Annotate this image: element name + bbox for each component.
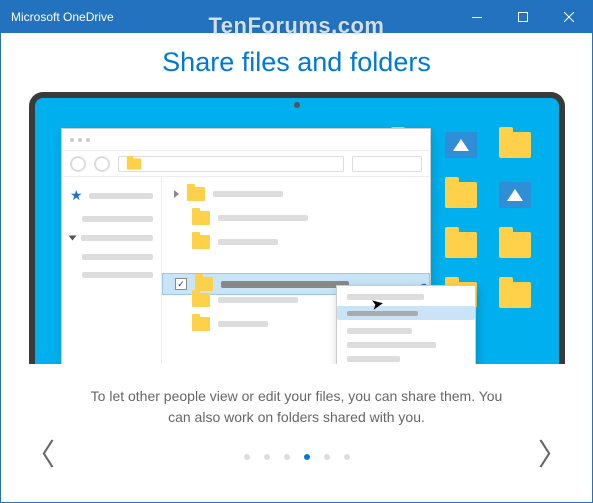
folder-icon: [445, 182, 477, 208]
folder-icon: [127, 158, 141, 169]
illustration: ★ ✓ ☁: [29, 92, 565, 364]
placeholder-line: [218, 321, 268, 327]
minimize-button[interactable]: [454, 1, 500, 33]
chevron-down-icon: [69, 236, 77, 241]
placeholder-line: [82, 254, 153, 260]
file-row: [174, 211, 418, 225]
page-description: To let other people view or edit your fi…: [79, 386, 514, 428]
path-field: [118, 156, 344, 172]
content-area: Share files and folders: [1, 33, 592, 460]
folder-icon: [499, 282, 531, 308]
window-title: Microsoft OneDrive: [11, 10, 114, 24]
window-dots-icon: [70, 138, 74, 142]
monitor-camera-icon: [294, 102, 300, 108]
folder-icon: [499, 232, 531, 258]
folder-icon: [445, 232, 477, 258]
sidebar-item: [70, 216, 153, 222]
menu-item-selected: [337, 306, 475, 320]
image-file-icon: [499, 182, 531, 208]
next-button[interactable]: 〉: [538, 430, 568, 474]
search-field: [352, 156, 422, 172]
file-list: ✓ ☁ ➤: [162, 177, 430, 364]
file-row: [174, 187, 418, 201]
placeholder-line: [89, 193, 153, 199]
folder-icon: [192, 293, 210, 307]
close-button[interactable]: [546, 1, 592, 33]
window-header: [62, 129, 430, 151]
folder-icon: [187, 187, 205, 201]
menu-item: [347, 294, 424, 300]
file-row: [174, 235, 418, 249]
context-menu: [336, 285, 476, 364]
placeholder-line: [82, 216, 153, 222]
placeholder-line: [218, 297, 298, 303]
sidebar-item: [70, 234, 153, 242]
folder-icon: [192, 211, 210, 225]
sidebar-item: [70, 254, 153, 260]
folder-icon: [195, 277, 213, 291]
pager: [29, 454, 564, 460]
folder-icon: [499, 132, 531, 158]
pager-dot[interactable]: [344, 454, 350, 460]
maximize-button[interactable]: [500, 1, 546, 33]
placeholder-line: [82, 272, 153, 278]
menu-item: [347, 328, 412, 334]
image-file-icon: [445, 132, 477, 158]
placeholder-line: [221, 281, 349, 288]
pager-dot[interactable]: [264, 454, 270, 460]
window-body: ★ ✓ ☁: [62, 177, 430, 364]
chevron-right-icon: [174, 190, 179, 198]
prev-button[interactable]: 〈: [25, 430, 55, 474]
titlebar: Microsoft OneDrive: [1, 1, 592, 33]
explorer-window: ★ ✓ ☁: [61, 128, 431, 364]
page-title: Share files and folders: [29, 47, 564, 78]
checkbox-icon: ✓: [175, 278, 187, 290]
sidebar-item: ★: [70, 187, 153, 204]
pager-dot[interactable]: [284, 454, 290, 460]
placeholder-line: [213, 191, 283, 197]
address-bar: [62, 151, 430, 177]
folder-icon: [192, 235, 210, 249]
window-controls: [454, 1, 592, 33]
menu-item: [347, 356, 400, 362]
placeholder-line: [218, 239, 278, 245]
nav-circle-icon: [70, 156, 86, 172]
menu-item: [347, 342, 436, 348]
placeholder-line: [81, 235, 153, 241]
placeholder-line: [218, 215, 308, 221]
nav-circle-icon: [94, 156, 110, 172]
pager-dot[interactable]: [324, 454, 330, 460]
pager-dot[interactable]: [244, 454, 250, 460]
sidebar: ★: [62, 177, 162, 364]
folder-icon: [192, 317, 210, 331]
sidebar-item: [70, 272, 153, 278]
pager-dot-active[interactable]: [304, 454, 310, 460]
star-icon: ★: [70, 187, 83, 204]
